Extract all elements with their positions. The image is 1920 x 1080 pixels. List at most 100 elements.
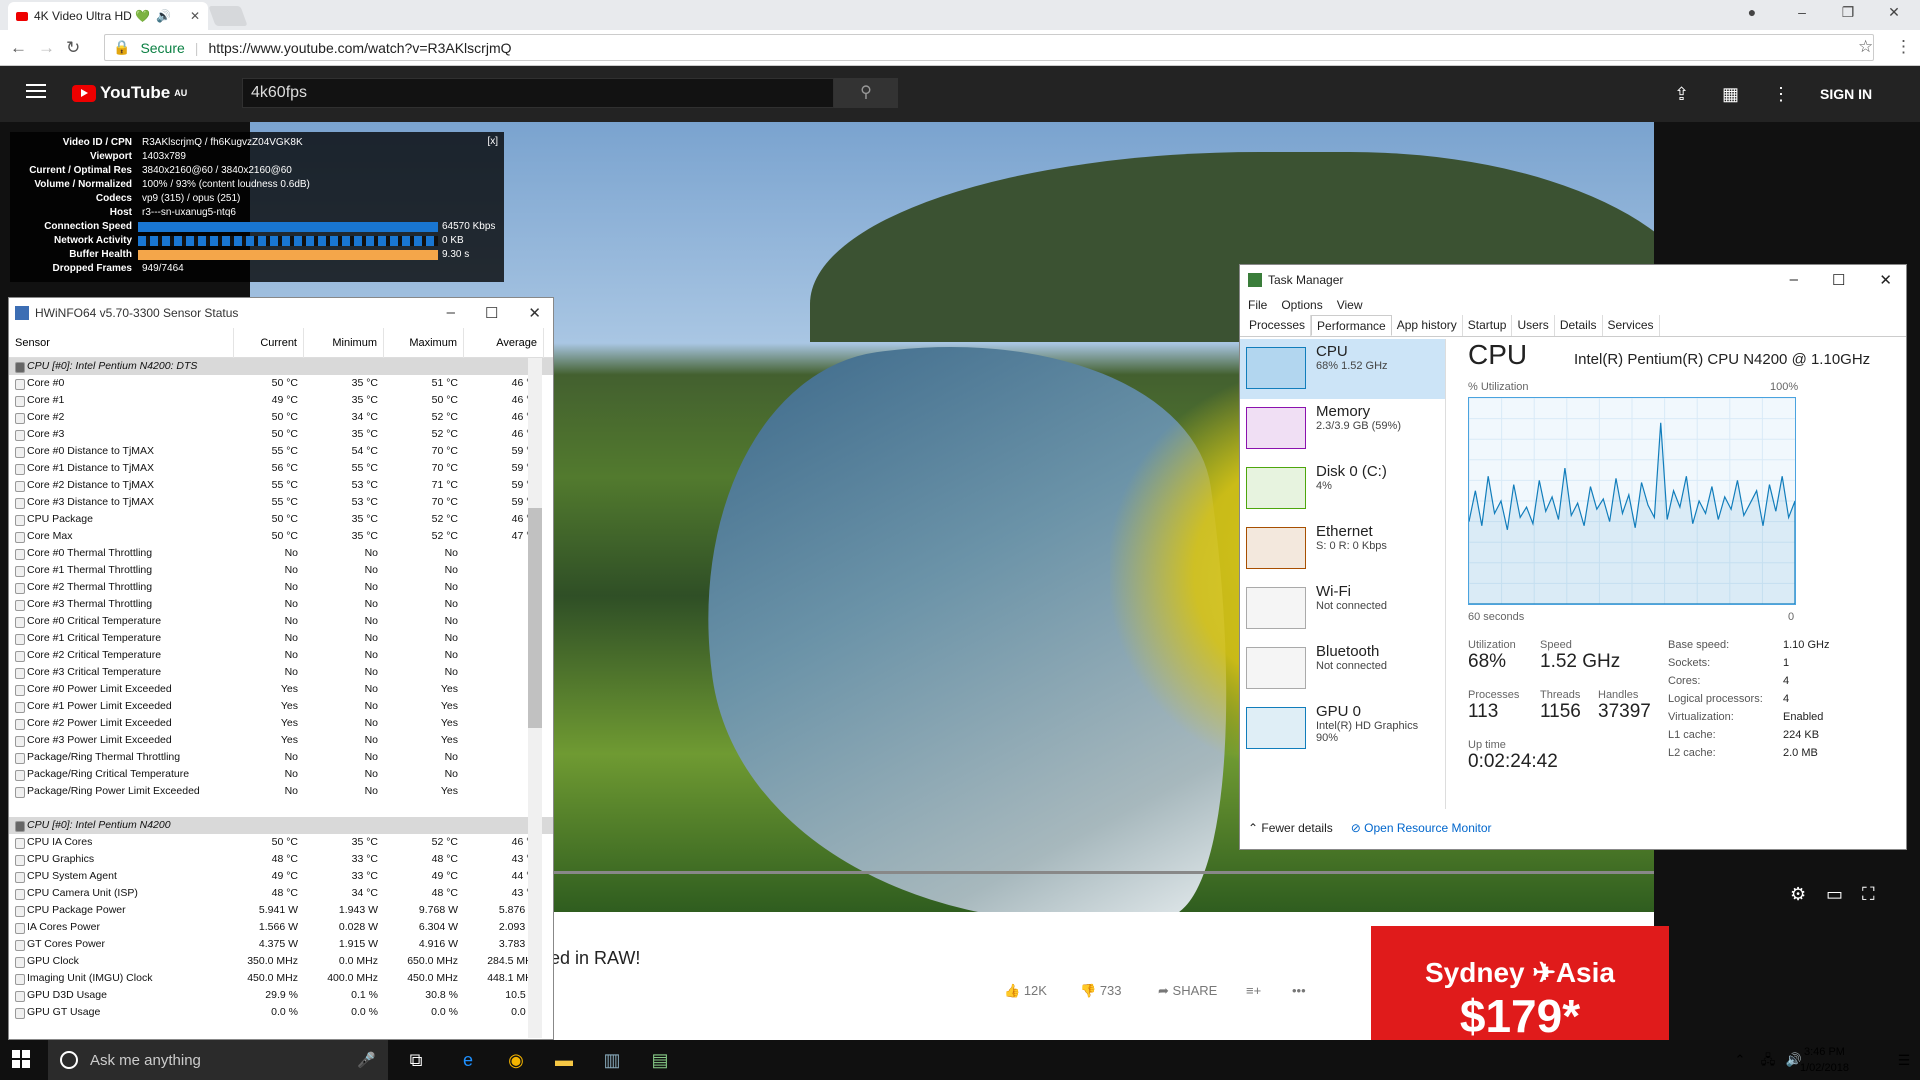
resource-item[interactable]: CPU 68% 1.52 GHz [1240,339,1445,399]
forward-icon[interactable]: → [38,38,55,58]
sensor-row[interactable]: GPU GT Usage 0.0 % 0.0 % 0.0 % 0.0 % [9,1004,553,1021]
chrome-menu-icon[interactable]: ⋮ [1895,37,1912,57]
upload-icon[interactable]: ⇪ [1674,84,1689,105]
sensor-group-row[interactable]: CPU [#0]: Intel Pentium N4200: DTS [9,358,553,375]
hwinfo-maximize-button[interactable]: ☐ [485,304,498,322]
hwinfo-minimize-button[interactable]: – [447,304,455,322]
menu-item[interactable]: Options [1281,298,1322,312]
sensor-row[interactable]: Core #2 Distance to TjMAX 55 °C 53 °C 71 °C… [9,477,553,494]
sensor-row[interactable]: CPU Package 50 °C 35 °C 52 °C 46 °C [9,511,553,528]
sensor-row[interactable]: CPU IA Cores 50 °C 35 °C 52 °C 46 °C [9,834,553,851]
file-explorer-icon[interactable]: ▬ [544,1046,584,1074]
sensor-row[interactable]: Package/Ring Critical Temperature No No No [9,766,553,783]
col-average[interactable]: Average [464,327,544,358]
hwinfo-title-bar[interactable]: HWiNFO64 v5.70-3300 Sensor Status – ☐ ✕ [9,298,553,328]
close-window-button[interactable]: ✕ [1872,4,1916,24]
sensor-row[interactable]: Core #0 Thermal Throttling No No No [9,545,553,562]
like-button[interactable]: 👍 12K [1004,983,1047,999]
bookmark-star-icon[interactable]: ☆ [1858,37,1873,57]
sensor-row[interactable]: Core #0 Critical Temperature No No No [9,613,553,630]
browser-tab[interactable]: 4K Video Ultra HD 💚 🔊 ✕ [8,2,208,30]
sensor-row[interactable]: Core #2 Critical Temperature No No No [9,647,553,664]
minimize-button[interactable]: – [1780,4,1824,24]
notifications-icon[interactable]: ☰ [1884,1046,1920,1074]
tm-tab[interactable]: App history [1392,315,1463,336]
task-manager-title-bar[interactable]: Task Manager – ☐ ✕ [1240,265,1906,295]
back-icon[interactable]: ← [10,38,27,58]
hwinfo-taskbar-icon[interactable]: ▥ [592,1046,632,1074]
dislike-button[interactable]: 👎 733 [1080,983,1122,999]
sensor-row[interactable]: Core #3 50 °C 35 °C 52 °C 46 °C [9,426,553,443]
resource-item[interactable]: Ethernet S: 0 R: 0 Kbps [1240,519,1445,579]
close-tab-icon[interactable]: ✕ [190,9,200,23]
cortana-search-box[interactable]: Ask me anything 🎤 [48,1040,388,1080]
add-to-playlist-icon[interactable]: ≡+ [1246,983,1261,998]
start-button[interactable] [12,1050,30,1068]
sensor-row[interactable]: CPU Camera Unit (ISP) 48 °C 34 °C 48 °C 43 °… [9,885,553,902]
fewer-details-button[interactable]: ⌃ Fewer details [1248,821,1333,835]
col-sensor[interactable]: Sensor [9,327,234,358]
tm-tab[interactable]: Startup [1463,315,1513,336]
col-minimum[interactable]: Minimum [304,327,384,358]
restore-button[interactable]: ❐ [1826,4,1870,24]
tm-tab[interactable]: Performance [1311,315,1392,336]
sensor-row[interactable]: Core #1 Power Limit Exceeded Yes No Yes [9,698,553,715]
resource-item[interactable]: Bluetooth Not connected [1240,639,1445,699]
sensor-row[interactable]: Package/Ring Thermal Throttling No No No [9,749,553,766]
sensor-row[interactable]: Core #1 49 °C 35 °C 50 °C 46 °C [9,392,553,409]
col-maximum[interactable]: Maximum [384,327,464,358]
more-options-icon[interactable]: ⋮ [1772,84,1790,105]
tm-minimize-button[interactable]: – [1790,271,1798,289]
resource-item[interactable]: GPU 0 Intel(R) HD Graphics 90% [1240,699,1445,759]
hwinfo-scrollbar[interactable] [528,358,542,1038]
theater-mode-icon[interactable]: ▭ [1826,884,1843,905]
tm-maximize-button[interactable]: ☐ [1832,271,1845,289]
search-input[interactable]: 4k60fps [242,78,834,108]
sensor-group-row[interactable]: CPU [#0]: Intel Pentium N4200 [9,817,553,834]
sensor-row[interactable]: Package/Ring Power Limit Exceeded No No Yes [9,783,553,800]
sensor-row[interactable]: Core #3 Distance to TjMAX 55 °C 53 °C 70 °C… [9,494,553,511]
chrome-icon[interactable]: ◉ [496,1046,536,1074]
task-manager-taskbar-icon[interactable]: ▤ [640,1046,680,1074]
sensor-row[interactable]: Core #3 Thermal Throttling No No No [9,596,553,613]
youtube-logo[interactable]: YouTube AU [72,83,187,103]
sensor-row[interactable]: Core #1 Critical Temperature No No No [9,630,553,647]
tm-tab[interactable]: Details [1555,315,1603,336]
sensor-row[interactable]: CPU Graphics 48 °C 33 °C 48 °C 43 °C [9,851,553,868]
sensor-row[interactable]: Core #0 50 °C 35 °C 51 °C 46 °C [9,375,553,392]
open-resource-monitor-link[interactable]: ⊘ Open Resource Monitor [1351,821,1492,835]
tm-tab[interactable]: Users [1512,315,1555,336]
sensor-row[interactable]: IA Cores Power 1.566 W 0.028 W 6.304 W 2.093… [9,919,553,936]
resource-item[interactable]: Wi-Fi Not connected [1240,579,1445,639]
address-bar[interactable]: 🔒 Secure | https://www.youtube.com/watch… [104,34,1874,61]
sensor-row[interactable]: Core #3 Power Limit Exceeded Yes No Yes [9,732,553,749]
sensor-row[interactable]: Core #0 Distance to TjMAX 55 °C 54 °C 70 °C… [9,443,553,460]
sensor-row[interactable]: GPU Clock 350.0 MHz 0.0 MHz 650.0 MHz 284.5 … [9,953,553,970]
more-actions-icon[interactable]: ••• [1292,983,1306,998]
hwinfo-scroll-thumb[interactable] [528,508,542,728]
sensor-row[interactable]: Core #1 Distance to TjMAX 56 °C 55 °C 70 °C… [9,460,553,477]
sensor-row[interactable]: GPU D3D Usage 29.9 % 0.1 % 30.8 % 10.5 % [9,987,553,1004]
new-tab-button[interactable] [208,6,248,26]
profile-icon[interactable]: ● [1730,4,1774,24]
sensor-row[interactable]: Core #2 Power Limit Exceeded Yes No Yes [9,715,553,732]
col-current[interactable]: Current [234,327,304,358]
resource-item[interactable]: Memory 2.3/3.9 GB (59%) [1240,399,1445,459]
menu-item[interactable]: File [1248,298,1267,312]
apps-grid-icon[interactable]: ▦ [1722,84,1739,105]
sensor-row[interactable]: Core #3 Critical Temperature No No No [9,664,553,681]
sensor-row[interactable]: CPU Package Power 5.941 W 1.943 W 9.768 W 5.… [9,902,553,919]
microphone-icon[interactable]: 🎤 [357,1051,388,1069]
edge-icon[interactable]: e [448,1046,488,1074]
resource-item[interactable]: Disk 0 (C:) 4% [1240,459,1445,519]
sensor-row[interactable]: GT Cores Power 4.375 W 1.915 W 4.916 W 3.783… [9,936,553,953]
fullscreen-icon[interactable]: ⛶ [1862,884,1875,905]
share-button[interactable]: ➦ SHARE [1158,983,1217,999]
stats-close-button[interactable]: [x] [487,136,498,147]
sensor-row[interactable] [9,800,553,817]
sensor-row[interactable]: CPU System Agent 49 °C 33 °C 49 °C 44 °C [9,868,553,885]
search-button[interactable]: ⚲ [834,78,898,108]
reload-icon[interactable]: ↻ [66,38,80,58]
menu-item[interactable]: View [1337,298,1363,312]
menu-icon[interactable] [26,84,46,98]
